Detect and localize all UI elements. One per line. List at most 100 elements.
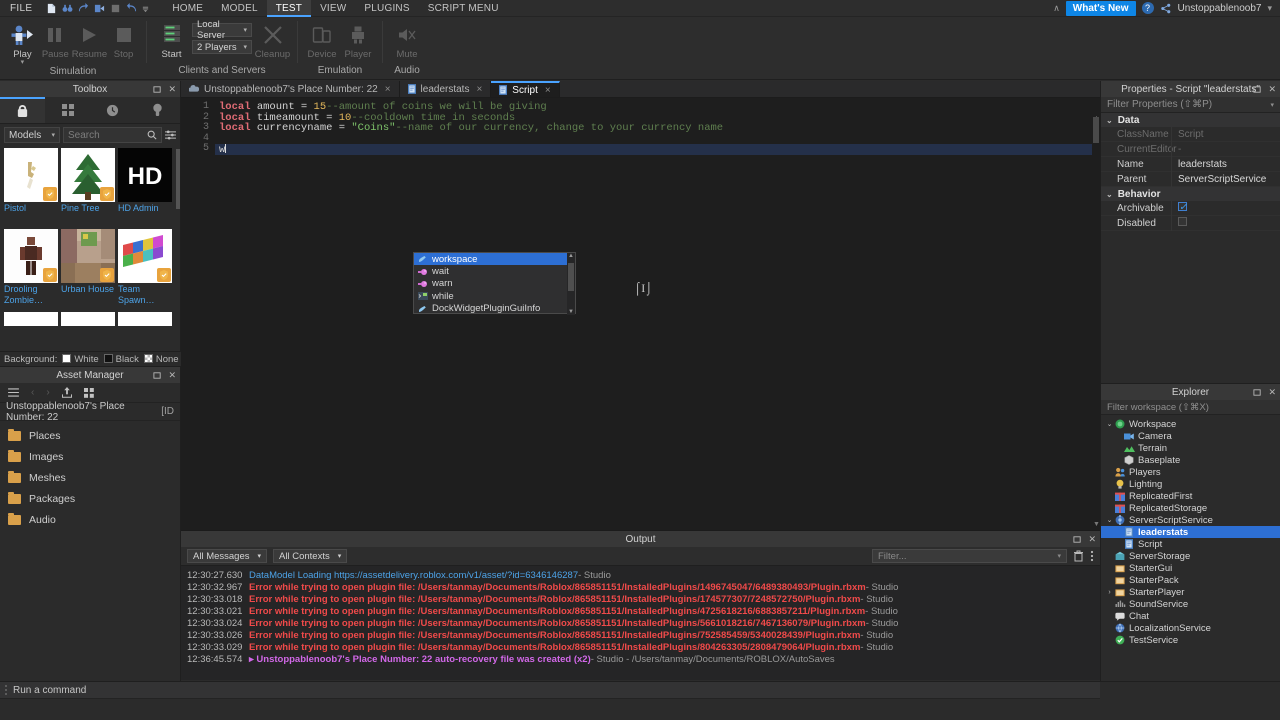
close-icon[interactable]: ✕ (1088, 534, 1096, 545)
device-button[interactable]: Device (304, 20, 340, 60)
player-count-select[interactable]: 2 Players ▾ (192, 40, 252, 54)
publish-icon[interactable] (94, 3, 105, 14)
back-arrow-icon[interactable]: ‹ (31, 387, 34, 398)
properties-filter-input[interactable]: Filter Properties (⇧⌘P) ▾ (1101, 97, 1280, 113)
command-bar[interactable]: Run a command (0, 682, 1100, 699)
forward-arrow-icon[interactable]: › (46, 387, 49, 398)
upload-icon[interactable] (61, 387, 72, 398)
toolbox-item[interactable]: Drooling Zombie… (4, 229, 58, 306)
close-icon[interactable]: ✕ (168, 84, 176, 95)
menu-file[interactable]: FILE (0, 3, 40, 14)
undock-icon[interactable] (153, 371, 162, 380)
chevron-down-icon[interactable]: ⌄ (1105, 516, 1114, 524)
filter-sliders-icon[interactable] (165, 130, 176, 140)
play-button[interactable]: Play ▾ (6, 20, 39, 66)
editor-body[interactable]: 1 2 3 4 5 local amount = 15--amount of c… (181, 98, 1100, 530)
undock-icon[interactable] (153, 85, 162, 94)
ribbon-tab-plugins[interactable]: PLUGINS (355, 0, 418, 17)
editor-tab-place[interactable]: Unstoppablenoob7's Place Number: 22 × (181, 81, 400, 97)
output-log-row[interactable]: 12:30:33.029 Error while trying to open … (181, 641, 1100, 653)
ribbon-tab-model[interactable]: MODEL (212, 0, 267, 17)
toolbox-item[interactable]: HD HD Admin (118, 148, 172, 214)
explorer-node-testservice[interactable]: TestService (1101, 634, 1280, 646)
autocomplete-scroll-thumb[interactable] (568, 263, 574, 291)
background-option-none[interactable]: None (143, 353, 179, 365)
ribbon-tab-test[interactable]: TEST (266, 0, 312, 17)
scroll-down-icon[interactable]: ▼ (1093, 521, 1100, 528)
stop-icon[interactable] (110, 3, 121, 14)
asset-folder-audio[interactable]: Audio (0, 509, 180, 530)
search-icon[interactable] (147, 130, 157, 140)
close-icon[interactable]: ✕ (1268, 84, 1276, 95)
help-icon[interactable]: ? (1141, 2, 1154, 14)
trash-icon[interactable] (1073, 550, 1084, 562)
explorer-node-localizationservice[interactable]: LocalizationService (1101, 622, 1280, 634)
resume-button[interactable]: Resume (72, 20, 107, 60)
undock-icon[interactable] (1253, 388, 1262, 397)
close-icon[interactable]: × (545, 85, 551, 96)
explorer-node-leaderstats[interactable]: leaderstats (1101, 526, 1280, 538)
explorer-node-players[interactable]: Players (1101, 466, 1280, 478)
disabled-checkbox[interactable] (1178, 216, 1187, 226)
editor-tab-leaderstats[interactable]: leaderstats × (400, 81, 492, 97)
ribbon-tab-view[interactable]: VIEW (311, 0, 355, 17)
property-row-parent[interactable]: Parent ServerScriptService (1101, 171, 1280, 187)
toolbox-item-partial[interactable] (118, 312, 172, 326)
undo-icon[interactable] (126, 2, 137, 14)
undock-icon[interactable] (1073, 535, 1082, 544)
output-log-row[interactable]: 12:30:33.026 Error while trying to open … (181, 629, 1100, 641)
mute-button[interactable]: Mute (389, 20, 425, 60)
close-icon[interactable]: × (476, 84, 482, 95)
properties-section-data[interactable]: ⌄ Data (1101, 113, 1280, 127)
explorer-node-workspace[interactable]: ⌄ Workspace (1101, 418, 1280, 430)
player-emulate-button[interactable]: Player (340, 20, 376, 60)
output-log-row[interactable]: 12:30:32.967 Error while trying to open … (181, 581, 1100, 593)
toolbox-item[interactable]: Urban House (61, 229, 115, 306)
autocomplete-item-warn[interactable]: warn (414, 278, 575, 290)
autocomplete-popup[interactable]: workspace wait warn while DockWidgetPlug… (413, 252, 576, 315)
output-filter-input[interactable]: Filter... ▾ (872, 549, 1067, 563)
overflow-icon[interactable] (142, 3, 149, 14)
explorer-node-terrain[interactable]: Terrain (1101, 442, 1280, 454)
explorer-node-starterpack[interactable]: StarterPack (1101, 574, 1280, 586)
background-option-white[interactable]: White (62, 353, 99, 365)
editor-code[interactable]: local amount = 15--amount of coins we wi… (219, 102, 1086, 156)
explorer-node-serverstorage[interactable]: ServerStorage (1101, 550, 1280, 562)
account-caret-icon[interactable]: ▾ (1267, 3, 1272, 14)
collapse-ribbon-icon[interactable]: ∧ (1053, 3, 1060, 14)
asset-folder-images[interactable]: Images (0, 446, 180, 467)
toolbox-item[interactable]: Pine Tree (61, 148, 115, 214)
property-row-disabled[interactable]: Disabled (1101, 215, 1280, 231)
toolbox-item-partial[interactable] (4, 312, 58, 326)
grip-dots-icon[interactable] (4, 684, 8, 696)
editor-vertical-scrollbar[interactable]: ▲ ▼ (1092, 115, 1100, 530)
asset-manager-breadcrumb[interactable]: Unstoppablenoob7's Place Number: 22 [ID (0, 401, 180, 423)
toolbox-item-partial[interactable] (61, 312, 115, 326)
explorer-node-replicatedstorage[interactable]: ReplicatedStorage (1101, 502, 1280, 514)
scroll-down-icon[interactable]: ▼ (568, 309, 574, 315)
autocomplete-item-dockwidgetplugineguiinfo[interactable]: DockWidgetPluginGuiInfo (414, 303, 575, 315)
chevron-right-icon[interactable]: › (1105, 589, 1114, 596)
output-log-row[interactable]: 12:30:33.021 Error while trying to open … (181, 605, 1100, 617)
pause-button[interactable]: Pause (39, 20, 72, 60)
server-type-select[interactable]: Local Server ▾ (192, 19, 252, 41)
autocomplete-scrollbar[interactable]: ▲ ▼ (567, 253, 575, 315)
explorer-node-lighting[interactable]: Lighting (1101, 478, 1280, 490)
toolbox-item[interactable]: Pistol (4, 148, 58, 214)
ribbon-tab-script-menu[interactable]: SCRIPT MENU (419, 0, 508, 17)
explorer-node-soundservice[interactable]: SoundService (1101, 598, 1280, 610)
output-context-filter-select[interactable]: All Contexts ▾ (273, 549, 348, 563)
background-option-black[interactable]: Black (103, 353, 139, 365)
chevron-down-icon[interactable]: ⌄ (1105, 420, 1114, 428)
binoculars-icon[interactable] (62, 3, 73, 14)
share-icon[interactable] (1160, 3, 1172, 14)
new-file-icon[interactable] (46, 3, 57, 14)
close-icon[interactable]: × (385, 84, 391, 95)
toolbox-tab-recent[interactable] (90, 97, 135, 123)
grid-view-icon[interactable] (83, 387, 94, 398)
autocomplete-item-wait[interactable]: wait (414, 265, 575, 277)
toolbox-search-input[interactable]: Search (63, 127, 162, 143)
asset-folder-meshes[interactable]: Meshes (0, 467, 180, 488)
asset-folder-packages[interactable]: Packages (0, 488, 180, 509)
toolbox-tab-creations[interactable] (135, 97, 180, 123)
